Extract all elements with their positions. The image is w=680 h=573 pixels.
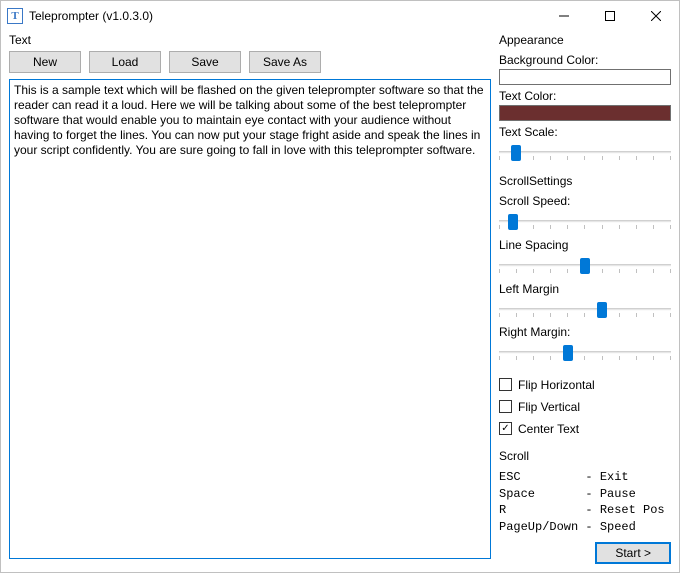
new-button[interactable]: New bbox=[9, 51, 81, 73]
right-margin-label: Right Margin: bbox=[499, 325, 671, 339]
flip-vertical-box[interactable] bbox=[499, 400, 512, 413]
bg-color-swatch[interactable] bbox=[499, 69, 671, 85]
line-spacing-slider[interactable] bbox=[499, 256, 671, 274]
flip-horizontal-checkbox[interactable]: Flip Horizontal bbox=[499, 378, 671, 392]
script-textarea[interactable] bbox=[9, 79, 491, 559]
bg-color-label: Background Color: bbox=[499, 53, 671, 67]
left-margin-label: Left Margin bbox=[499, 282, 671, 296]
text-panel-label: Text bbox=[9, 33, 491, 47]
scroll-help-title: Scroll bbox=[499, 449, 671, 463]
appearance-title: Appearance bbox=[499, 33, 671, 47]
save-as-button[interactable]: Save As bbox=[249, 51, 321, 73]
line-spacing-label: Line Spacing bbox=[499, 238, 671, 252]
flip-horizontal-box[interactable] bbox=[499, 378, 512, 391]
center-text-box[interactable]: ✓ bbox=[499, 422, 512, 435]
text-scale-label: Text Scale: bbox=[499, 125, 671, 139]
flip-vertical-checkbox[interactable]: Flip Vertical bbox=[499, 400, 671, 414]
app-icon: T bbox=[7, 8, 23, 24]
scroll-speed-label: Scroll Speed: bbox=[499, 194, 671, 208]
save-button[interactable]: Save bbox=[169, 51, 241, 73]
close-button[interactable] bbox=[633, 1, 679, 31]
text-scale-slider[interactable] bbox=[499, 143, 671, 161]
window-title: Teleprompter (v1.0.3.0) bbox=[29, 9, 153, 23]
scroll-speed-slider[interactable] bbox=[499, 212, 671, 230]
minimize-button[interactable] bbox=[541, 1, 587, 31]
flip-horizontal-label: Flip Horizontal bbox=[518, 378, 595, 392]
text-color-swatch[interactable] bbox=[499, 105, 671, 121]
left-margin-slider[interactable] bbox=[499, 300, 671, 318]
scroll-help-text: ESC - Exit Space - Pause R - Reset Pos P… bbox=[499, 469, 671, 536]
start-button[interactable]: Start > bbox=[595, 542, 671, 564]
center-text-label: Center Text bbox=[518, 422, 579, 436]
text-toolbar: New Load Save Save As bbox=[9, 51, 491, 73]
load-button[interactable]: Load bbox=[89, 51, 161, 73]
center-text-checkbox[interactable]: ✓ Center Text bbox=[499, 422, 671, 436]
text-color-label: Text Color: bbox=[499, 89, 671, 103]
right-margin-slider[interactable] bbox=[499, 343, 671, 361]
flip-vertical-label: Flip Vertical bbox=[518, 400, 580, 414]
maximize-button[interactable] bbox=[587, 1, 633, 31]
scroll-settings-title: ScrollSettings bbox=[499, 174, 671, 188]
title-bar: T Teleprompter (v1.0.3.0) bbox=[1, 1, 679, 31]
